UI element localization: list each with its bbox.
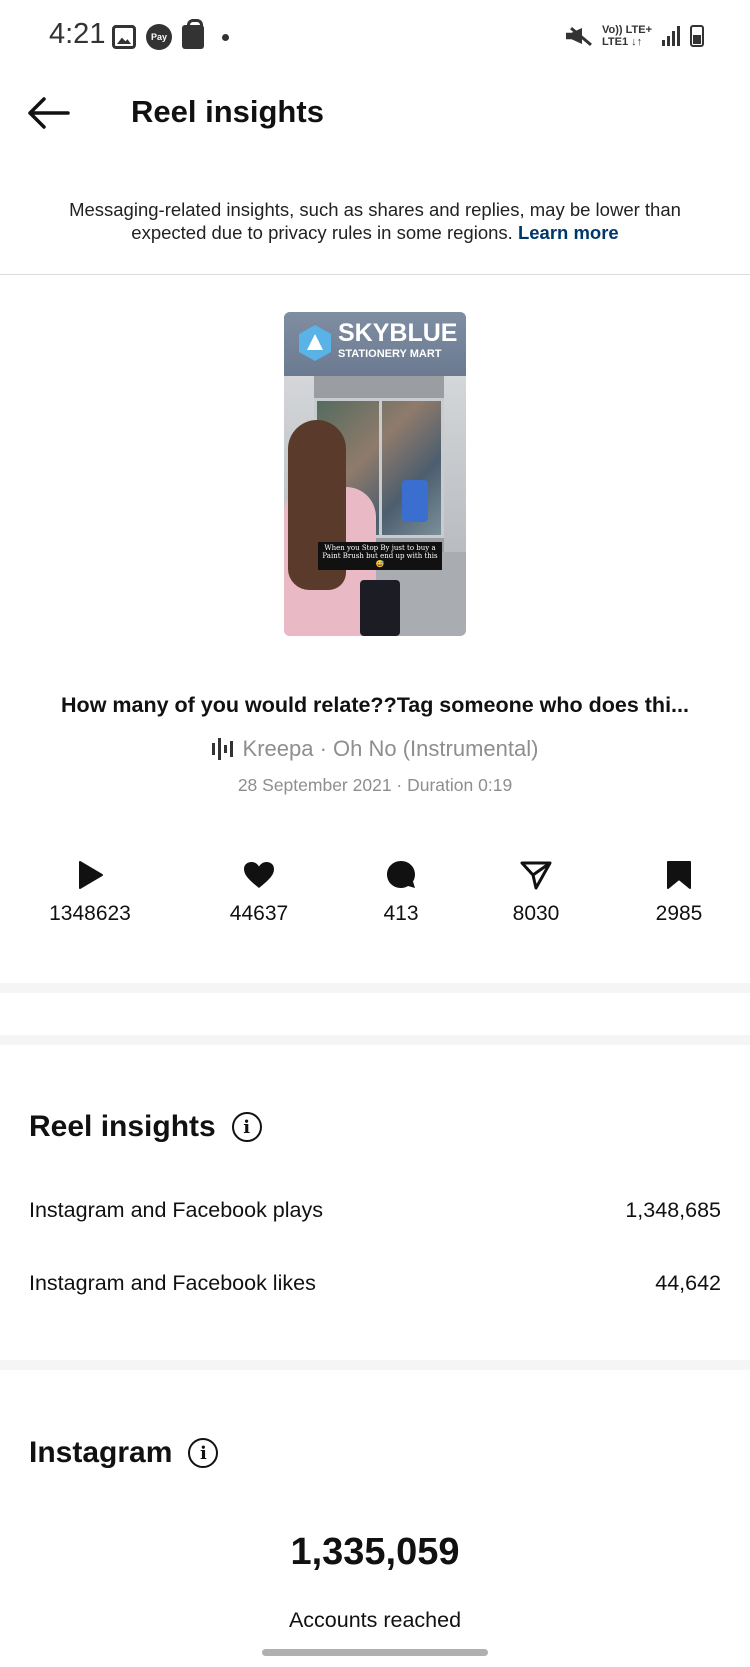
signal-icon bbox=[662, 26, 680, 46]
heart-icon bbox=[179, 858, 339, 892]
stat-saves[interactable]: 2985 bbox=[599, 858, 750, 926]
reel-insights-heading: Reel insights i bbox=[29, 1110, 262, 1144]
store-sign: SKYBLUE STATIONERY MART bbox=[284, 312, 466, 376]
engagement-stats: 1348623 44637 413 8030 2985 bbox=[0, 858, 750, 938]
reel-thumbnail[interactable]: SKYBLUE STATIONERY MART When you Stop By… bbox=[284, 312, 466, 636]
system-icons: Vo)) LTE+ LTE1 ↓↑ bbox=[566, 24, 704, 48]
arrow-left-icon bbox=[28, 97, 70, 129]
info-icon[interactable]: i bbox=[188, 1438, 219, 1468]
music-title: Kreepa · Oh No (Instrumental) bbox=[242, 736, 539, 761]
insight-label: Instagram and Facebook plays bbox=[29, 1198, 323, 1222]
date-duration: 28 September 2021 · Duration 0:19 bbox=[237, 775, 513, 795]
privacy-notice: Messaging-related insights, such as shar… bbox=[40, 198, 710, 244]
share-icon bbox=[456, 858, 616, 892]
status-bar: 4:21 Pay Vo)) LTE+ LTE1 ↓↑ bbox=[0, 0, 750, 76]
section-divider bbox=[0, 1360, 750, 1370]
status-time: 4:21 bbox=[49, 18, 106, 50]
gallery-icon bbox=[112, 25, 136, 49]
info-icon[interactable]: i bbox=[231, 1112, 262, 1142]
stat-value: 8030 bbox=[512, 902, 560, 925]
learn-more-link[interactable]: Learn more bbox=[518, 222, 619, 243]
insight-row-likes: Instagram and Facebook likes 44,642 bbox=[29, 1271, 721, 1296]
divider bbox=[0, 274, 750, 275]
stat-value: 44637 bbox=[229, 902, 289, 925]
thumbnail-overlay-caption: When you Stop By just to buy a Paint Bru… bbox=[318, 542, 442, 570]
accounts-reached-label: Accounts reached bbox=[288, 1608, 462, 1632]
stat-plays[interactable]: 1348623 bbox=[10, 858, 170, 926]
mute-icon bbox=[566, 24, 592, 48]
stat-likes[interactable]: 44637 bbox=[179, 858, 339, 926]
stat-value: 1348623 bbox=[49, 902, 131, 925]
insight-row-plays: Instagram and Facebook plays 1,348,685 bbox=[29, 1198, 721, 1223]
pay-icon: Pay bbox=[146, 24, 172, 50]
notification-icons: Pay bbox=[112, 19, 229, 50]
stat-value: 2985 bbox=[655, 902, 703, 925]
reel-insights-title: Reel insights bbox=[29, 1110, 216, 1143]
store-brand-sub: STATIONERY MART bbox=[338, 348, 442, 360]
bookmark-icon bbox=[599, 858, 750, 892]
home-indicator[interactable] bbox=[262, 1649, 488, 1656]
audio-wave-icon bbox=[211, 738, 233, 760]
back-button[interactable] bbox=[26, 96, 74, 136]
network-bottom-label: LTE1 ↓↑ bbox=[601, 36, 643, 48]
instagram-title: Instagram bbox=[29, 1436, 173, 1469]
play-icon bbox=[10, 858, 170, 892]
accounts-reached-value: 1,335,059 bbox=[290, 1531, 460, 1573]
more-notifications-dot-icon bbox=[222, 33, 229, 41]
insight-value: 1,348,685 bbox=[625, 1198, 721, 1222]
network-top-label: Vo)) LTE+ bbox=[601, 24, 652, 36]
insight-label: Instagram and Facebook likes bbox=[29, 1271, 316, 1295]
store-logo-icon bbox=[299, 325, 331, 361]
shopping-bag-icon bbox=[182, 19, 204, 49]
store-brand: SKYBLUE bbox=[338, 319, 458, 347]
instagram-heading: Instagram i bbox=[29, 1436, 219, 1470]
stat-shares[interactable]: 8030 bbox=[456, 858, 616, 926]
reel-caption: How many of you would relate??Tag someon… bbox=[61, 693, 689, 717]
section-divider bbox=[0, 983, 750, 1045]
insight-value: 44,642 bbox=[655, 1271, 721, 1295]
battery-icon bbox=[690, 25, 704, 47]
page-title: Reel insights bbox=[131, 94, 324, 129]
network-indicator: Vo)) LTE+ LTE1 ↓↑ bbox=[602, 24, 652, 48]
app-header: Reel insights bbox=[0, 76, 750, 164]
music-info[interactable]: Kreepa · Oh No (Instrumental) bbox=[0, 736, 750, 762]
